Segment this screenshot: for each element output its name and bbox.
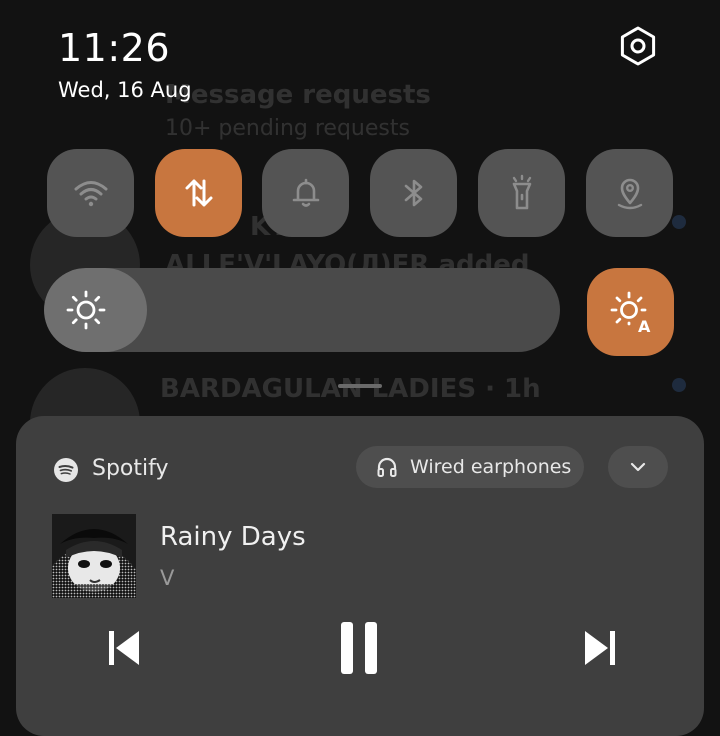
chevron-down-icon xyxy=(630,462,646,472)
headphones-icon xyxy=(377,457,397,477)
auto-brightness-button[interactable]: A xyxy=(587,268,674,356)
flashlight-icon xyxy=(512,174,531,210)
skip-next-icon xyxy=(585,631,615,665)
bg-group-title: BARDAGULAN LADIES · 1h xyxy=(160,374,541,404)
bg-message-requests-subtitle: 10+ pending requests xyxy=(165,116,410,141)
bluetooth-icon xyxy=(404,179,422,207)
auto-brightness-icon: A xyxy=(610,291,651,334)
tile-bluetooth[interactable] xyxy=(370,149,457,237)
media-app-name: Spotify xyxy=(92,456,169,481)
sun-icon xyxy=(66,290,106,330)
pause-button[interactable] xyxy=(334,618,384,678)
track-artist: V xyxy=(160,566,175,590)
bg-unread-dot xyxy=(672,378,686,392)
bg-unread-dot xyxy=(672,215,686,229)
panel-drag-handle[interactable] xyxy=(338,384,382,388)
wifi-icon xyxy=(74,181,107,207)
album-art xyxy=(52,514,136,598)
auto-brightness-label: A xyxy=(638,317,651,334)
tile-location[interactable] xyxy=(586,149,673,237)
previous-track-button[interactable] xyxy=(102,626,146,670)
expand-media-button[interactable] xyxy=(608,446,668,488)
gear-icon xyxy=(620,26,656,66)
next-track-button[interactable] xyxy=(578,626,622,670)
bell-icon xyxy=(292,178,319,207)
media-player-card[interactable]: Spotify Wired earphones Rainy Days V xyxy=(16,416,704,736)
album-cover-image xyxy=(52,514,136,598)
track-title: Rainy Days xyxy=(160,522,306,552)
skip-previous-icon xyxy=(109,631,139,665)
clock: 11:26 xyxy=(58,26,171,70)
data-transfer-icon xyxy=(185,179,212,207)
date: Wed, 16 Aug xyxy=(58,78,192,102)
output-device-label: Wired earphones xyxy=(410,456,572,478)
tile-mobile-data[interactable] xyxy=(155,149,242,237)
spotify-icon xyxy=(54,458,78,482)
settings-button[interactable] xyxy=(617,25,659,67)
pause-icon xyxy=(341,622,377,674)
bg-message-requests-title: Message requests xyxy=(165,80,431,110)
output-device-button[interactable]: Wired earphones xyxy=(356,446,584,488)
tile-flashlight[interactable] xyxy=(478,149,565,237)
tile-sound[interactable] xyxy=(262,149,349,237)
tile-wifi[interactable] xyxy=(47,149,134,237)
brightness-slider[interactable] xyxy=(44,268,560,352)
location-pin-icon xyxy=(617,178,642,210)
